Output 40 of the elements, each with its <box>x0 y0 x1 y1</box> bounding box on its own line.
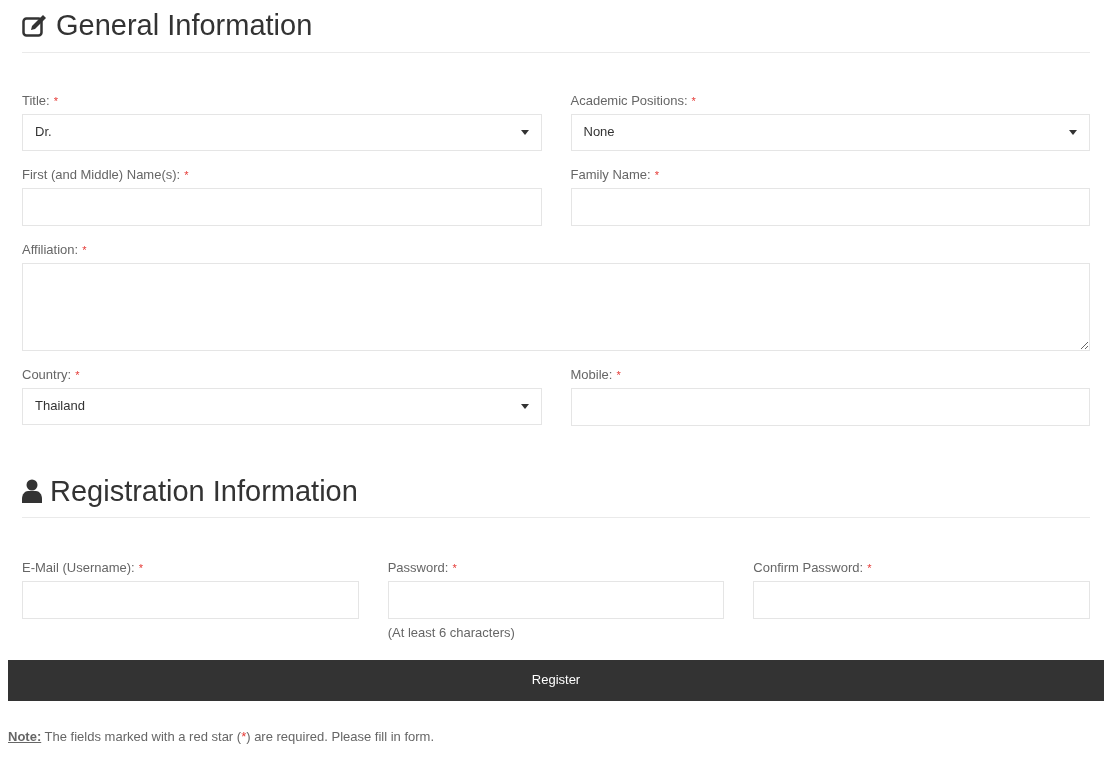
field-label: Family Name: <box>570 165 651 184</box>
field-label: Academic Positions: <box>570 91 688 110</box>
select-field[interactable]: Thailand <box>22 387 542 425</box>
caret-icon <box>520 403 529 409</box>
required-mark: * <box>53 93 58 109</box>
caret-icon <box>1069 129 1077 135</box>
required-mark: * <box>82 242 87 258</box>
register-button[interactable]: Register <box>8 659 1104 701</box>
field-label: Mobile: <box>570 365 613 384</box>
required-mark: * <box>138 561 143 576</box>
input-field[interactable] <box>387 581 725 619</box>
required-mark: * <box>616 367 621 383</box>
required-mark: * <box>75 367 80 383</box>
required-mark: * <box>691 93 696 109</box>
section-heading: Registration Information <box>50 473 358 509</box>
input-field[interactable] <box>22 187 542 226</box>
input-field[interactable] <box>753 581 1090 619</box>
field-label: Affiliation: <box>22 240 79 259</box>
input-field[interactable] <box>570 387 1090 426</box>
required-mark: * <box>654 167 659 183</box>
textarea-field[interactable] <box>22 262 1090 351</box>
select-field[interactable]: None <box>570 113 1090 151</box>
required-mark: * <box>452 561 457 576</box>
field-label: Title: <box>22 91 50 110</box>
field-label: Password: <box>387 559 449 577</box>
field-label: Confirm Password: <box>753 559 864 577</box>
input-field[interactable] <box>570 187 1090 226</box>
field-label: First (and Middle) Name(s): <box>22 165 181 184</box>
select-field[interactable]: Dr. <box>22 113 542 151</box>
note-text: Note: The fields marked with a red star (*) are required. Please fill in form. <box>7 727 436 746</box>
caret-icon <box>520 129 529 135</box>
user-icon <box>22 479 42 504</box>
input-field[interactable] <box>22 581 359 619</box>
required-mark: * <box>867 561 872 576</box>
field-label: E-Mail (Username): <box>22 559 135 577</box>
section-heading: General Information <box>56 8 313 43</box>
edit-icon <box>22 13 48 38</box>
required-mark: * <box>184 167 189 183</box>
field-label: Country: <box>22 365 72 384</box>
field-hint: (At least 6 characters) <box>387 624 516 642</box>
